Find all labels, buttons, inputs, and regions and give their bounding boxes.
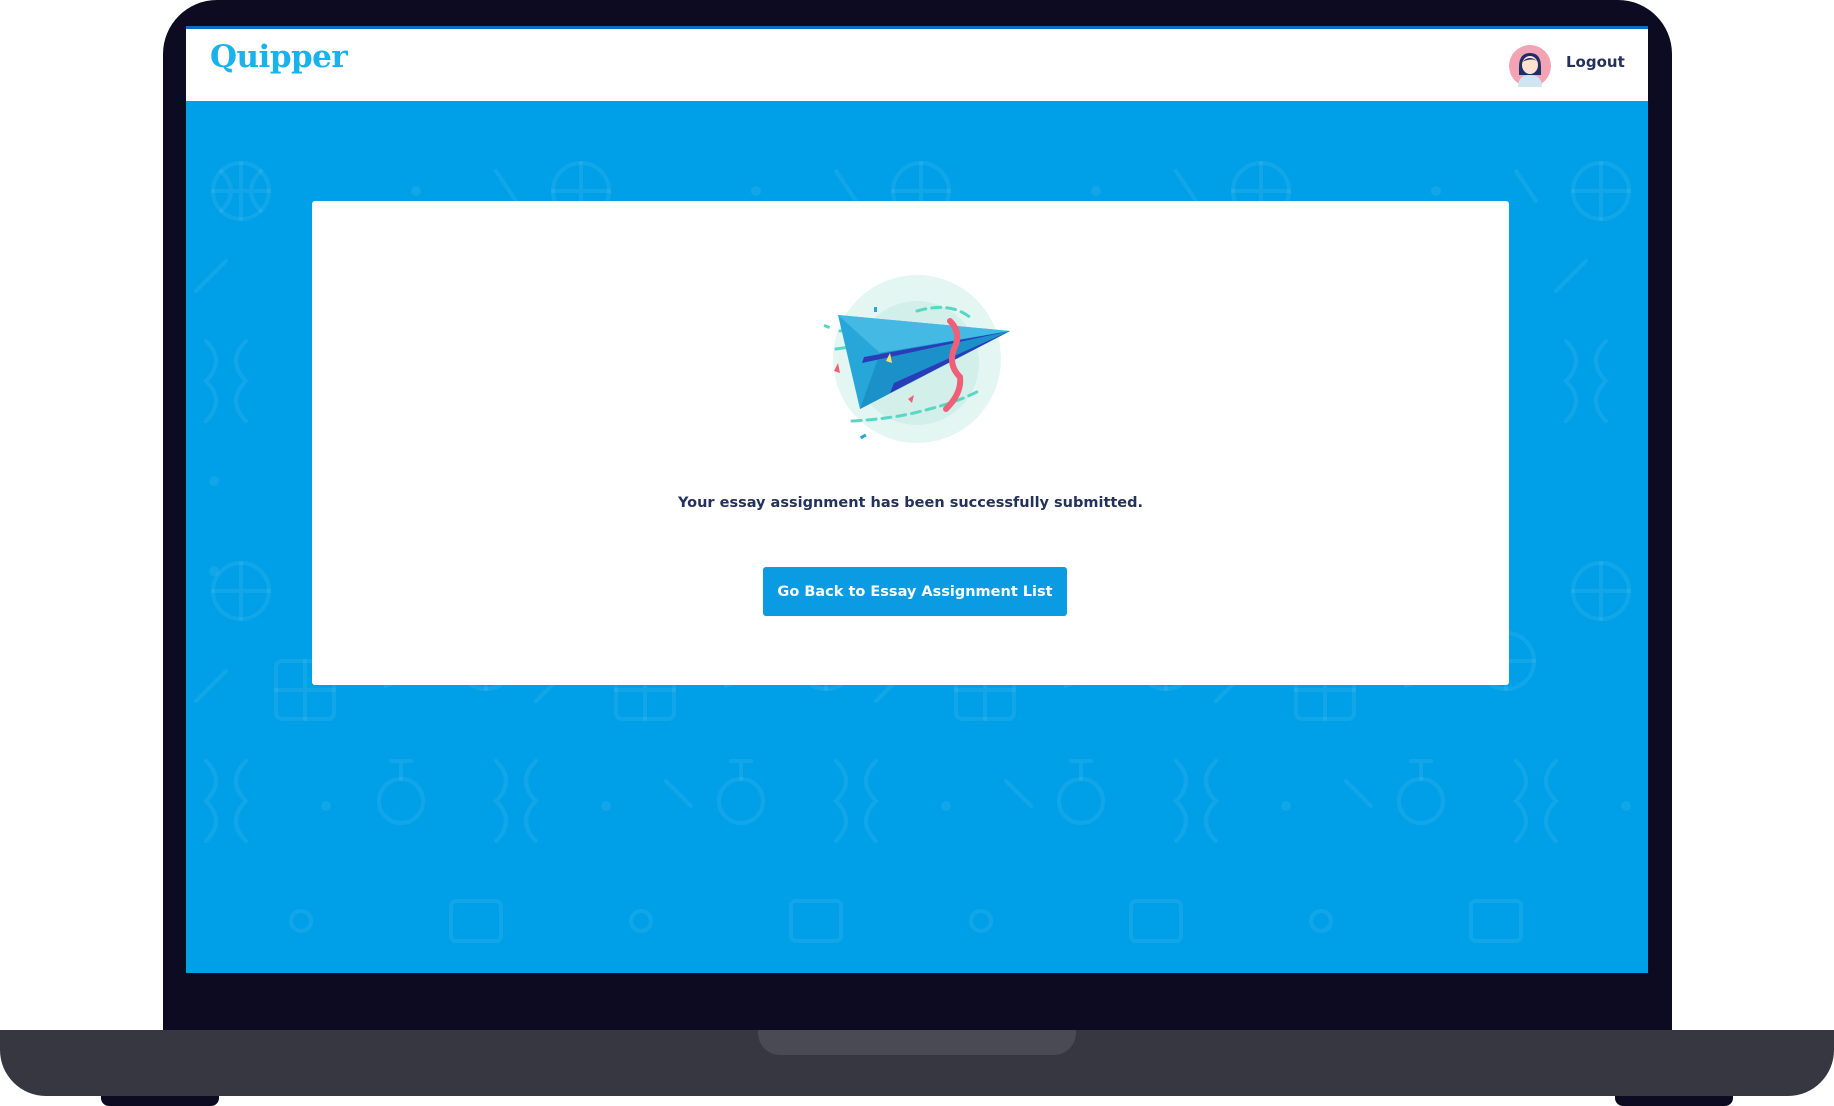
quipper-logo[interactable]: Quipper	[210, 39, 348, 75]
go-back-to-essay-list-button[interactable]: Go Back to Essay Assignment List	[763, 567, 1067, 616]
submission-confirmation-card: Your essay assignment has been successfu…	[312, 201, 1509, 685]
paper-plane-icon	[823, 275, 1010, 443]
laptop-foot-left	[101, 1096, 219, 1106]
screen: Quipper Logout Your essay assignment has…	[186, 26, 1648, 973]
laptop-notch	[758, 1030, 1076, 1055]
logout-link[interactable]: Logout	[1566, 53, 1625, 71]
laptop-foot-right	[1615, 1096, 1733, 1106]
user-avatar-icon[interactable]	[1509, 45, 1551, 87]
submission-success-message: Your essay assignment has been successfu…	[677, 495, 1144, 511]
top-navigation-bar: Quipper Logout	[186, 29, 1648, 101]
